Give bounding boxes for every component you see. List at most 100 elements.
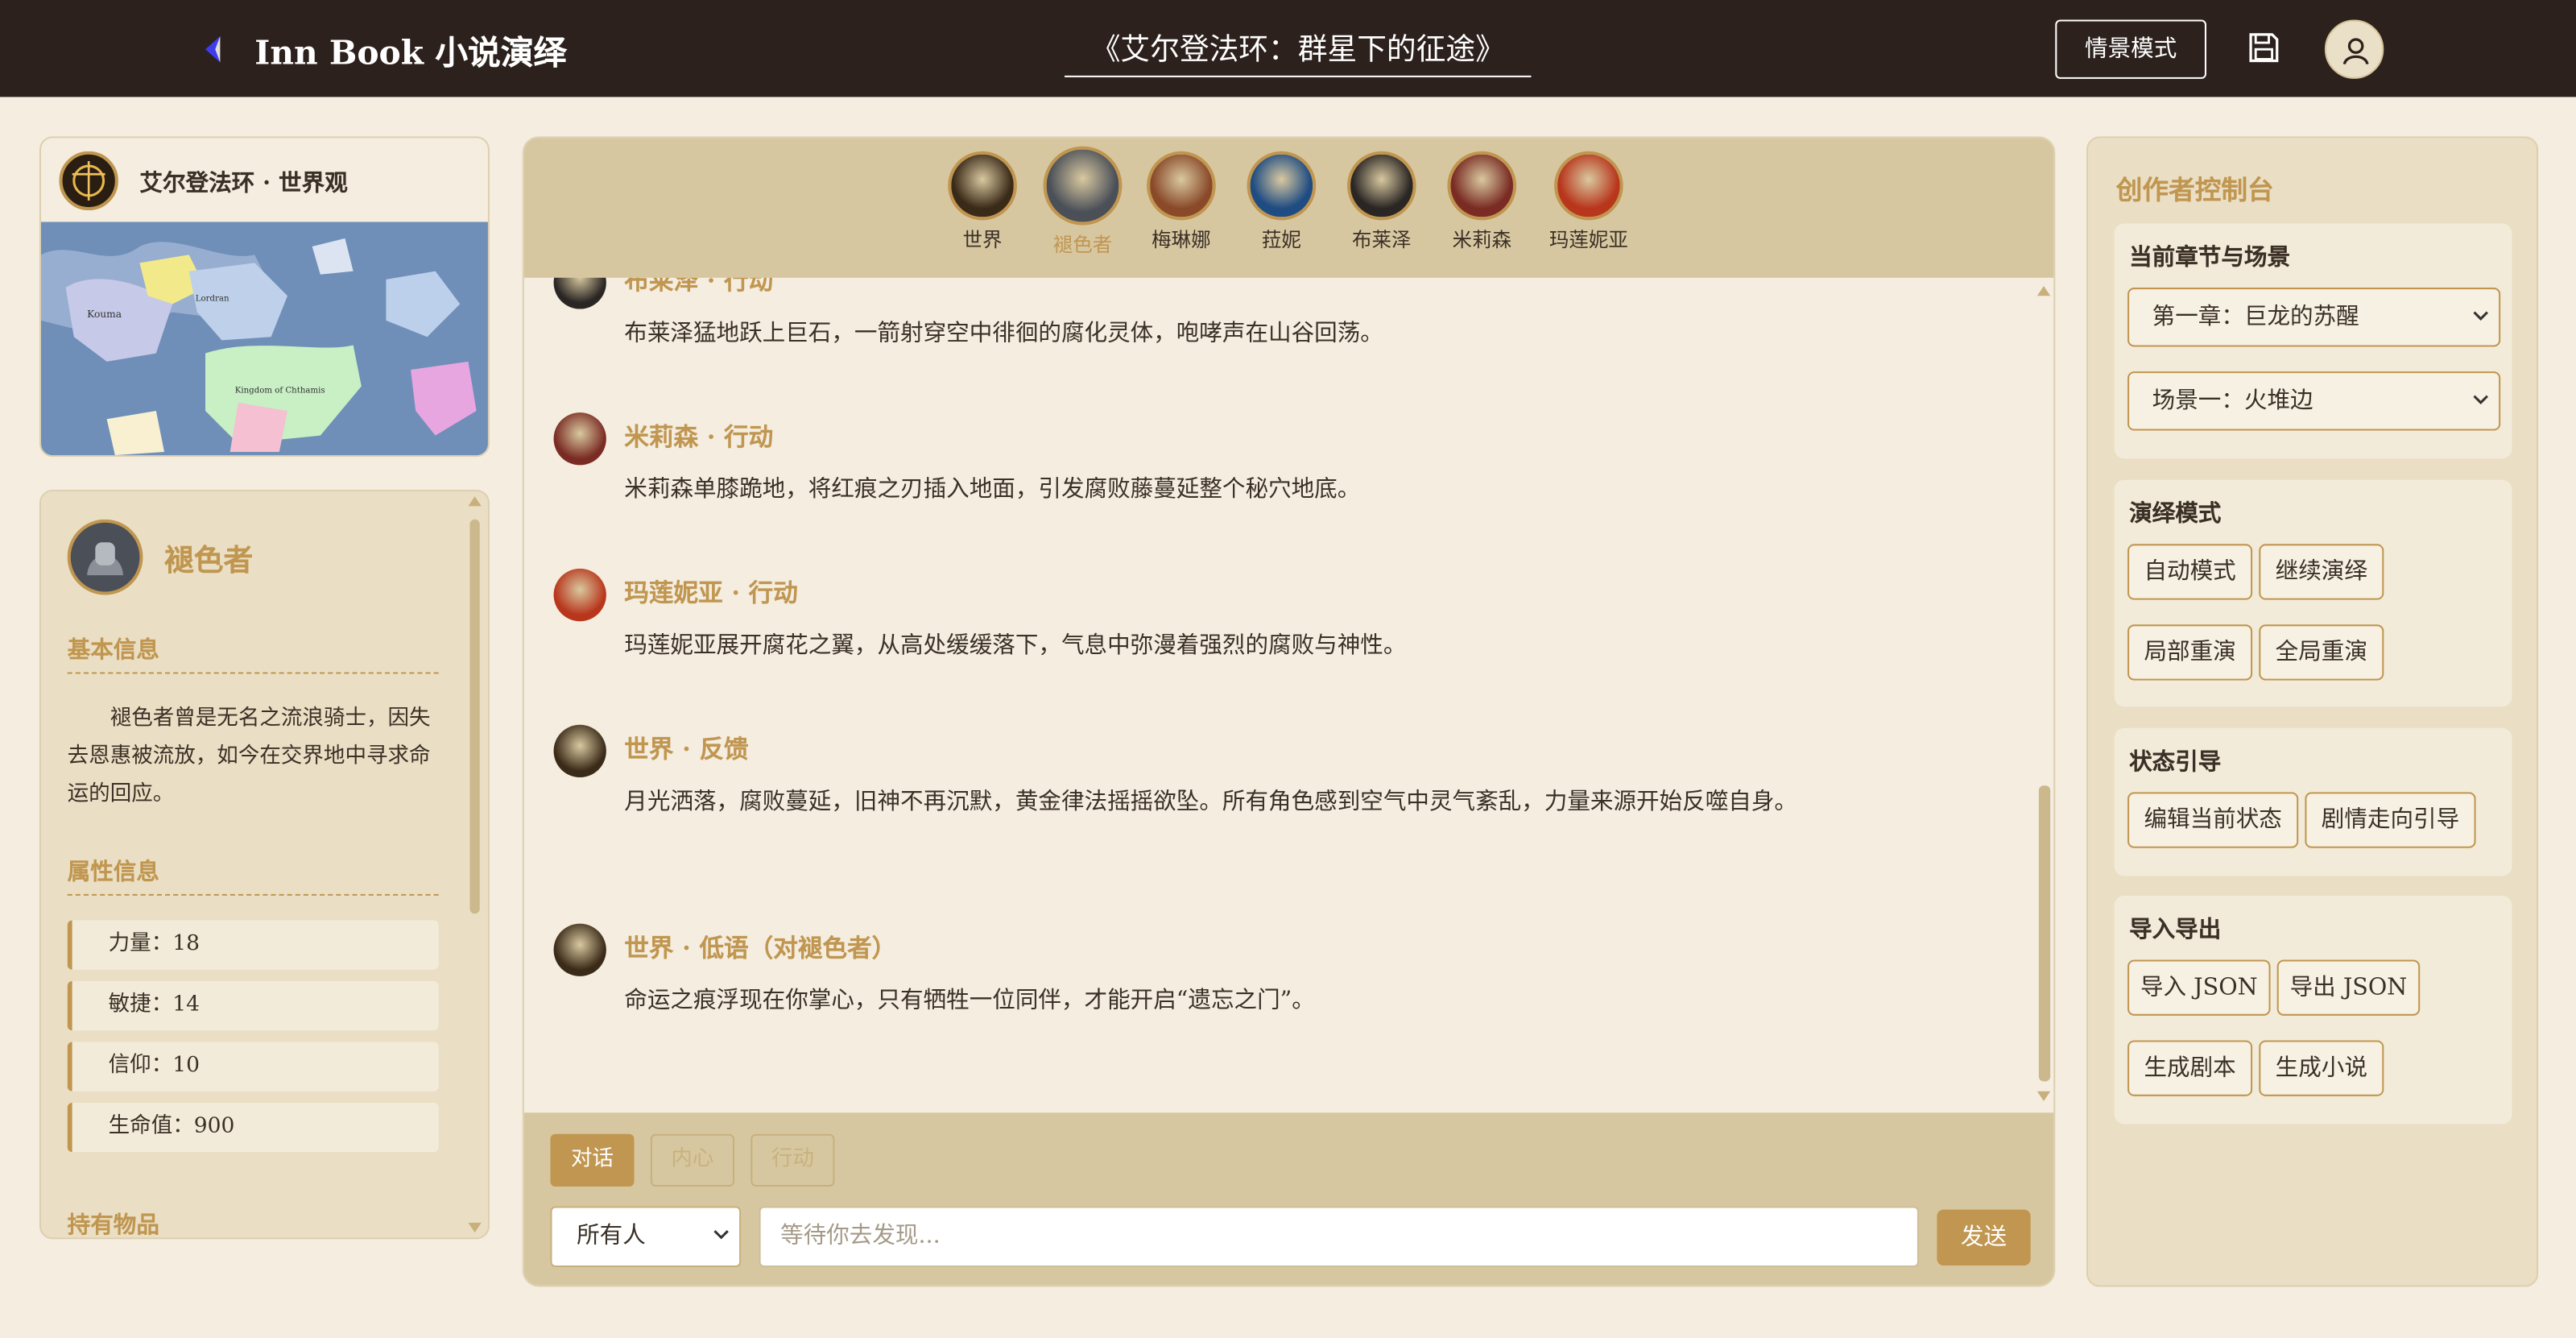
story-stage: 世界 褪色者 梅琳娜 菈妮 布莱泽 米莉森 玛莲妮亚 布莱泽 · 行动布莱泽猛地跃上巨石，一… (522, 136, 2056, 1287)
scene-select[interactable]: 场景一：火堆边 (2127, 371, 2501, 431)
items-heading: 持有物品 (67, 1212, 159, 1240)
character-panel-scrollbar[interactable] (466, 493, 482, 1236)
message-body: 命运之痕浮现在你掌心，只有牺牲一位同伴，才能开启“遗忘之门”。 (624, 988, 1315, 1014)
roster-item[interactable]: 菈妮 (1232, 151, 1330, 253)
chapter-box: 当前章节与场景 第一章：巨龙的苏醒 场景一：火堆边 (2114, 223, 2512, 459)
tab-inner[interactable]: 内心 (650, 1133, 734, 1187)
message-avatar (553, 923, 606, 976)
scene-select-value: 场景一：火堆边 (2152, 387, 2313, 415)
roster-label: 梅琳娜 (1152, 228, 1211, 252)
message-avatar (553, 568, 606, 622)
send-button[interactable]: 发送 (1937, 1209, 2031, 1266)
roster-item[interactable]: 梅琳娜 (1132, 151, 1230, 253)
basic-info-heading: 基本信息 (67, 632, 439, 674)
roster-item[interactable]: 世界 (933, 151, 1032, 253)
global-replay-button[interactable]: 全局重演 (2259, 624, 2384, 681)
io-box: 导入导出 导入 JSON 导出 JSON 生成剧本 生成小说 (2114, 895, 2512, 1125)
chevron-down-icon (2473, 395, 2488, 405)
roster-avatar (1247, 151, 1317, 221)
roster-label: 米莉森 (1452, 228, 1511, 252)
message-input[interactable]: 等待你去发现... (759, 1206, 1919, 1267)
top-bar: Inn Book 小说演绎 《艾尔登法环：群星下的征途》 情景模式 (0, 0, 2576, 97)
roster-avatar (1147, 151, 1216, 221)
character-panel: 褪色者 基本信息 褪色者曾是无名之流浪骑士，因失去恩惠被流放，如今在交界地中寻求… (39, 489, 490, 1240)
attribute-agility: 敏捷：14 (67, 980, 439, 1031)
message-log: 布莱泽 · 行动布莱泽猛地跃上巨石，一箭射穿空中徘徊的腐化灵体，咆哮声在山谷回荡… (524, 277, 2053, 1112)
scene-mode-button[interactable]: 情景模式 (2055, 19, 2206, 79)
message-body: 米莉森单膝跪地，将红痕之刃插入地面，引发腐败藤蔓延整个秘穴地底。 (624, 476, 1361, 503)
attribute-strength: 力量：18 (67, 920, 439, 970)
chevron-down-icon (713, 1230, 729, 1240)
chapter-select[interactable]: 第一章：巨龙的苏醒 (2127, 288, 2501, 347)
user-avatar-button[interactable] (2324, 19, 2384, 79)
user-icon (2342, 38, 2369, 65)
attribute-hp: 生命值：900 (67, 1102, 439, 1153)
world-map[interactable]: Kouma Lordran Kingdom of Chthamis (41, 222, 490, 457)
attribute-faith: 信仰：10 (67, 1042, 439, 1092)
roster-avatar (1447, 151, 1517, 221)
roster-avatar (948, 151, 1017, 221)
partial-replay-button[interactable]: 局部重演 (2127, 624, 2253, 681)
plot-guide-button[interactable]: 剧情走向引导 (2305, 792, 2476, 848)
roster-label: 菈妮 (1261, 228, 1301, 252)
app-brand: Inn Book 小说演绎 (254, 32, 567, 72)
console-title: 创作者控制台 (2115, 174, 2274, 206)
map-label-kouma: Kouma (87, 309, 122, 320)
target-select[interactable]: 所有人 (550, 1206, 742, 1267)
message-avatar (553, 412, 606, 466)
message-body: 月光洒落，腐败蔓延，旧神不再沉默，黄金律法摇摇欲坠。所有角色感到空气中灵气紊乱，… (624, 789, 1797, 815)
roster-avatar (1043, 146, 1123, 226)
character-roster: 世界 褪色者 梅琳娜 菈妮 布莱泽 米莉森 玛莲妮亚 (523, 138, 2054, 278)
message-header: 米莉森 · 行动 (624, 422, 774, 453)
message-header: 世界 · 反馈 (624, 734, 749, 764)
logo-icon (205, 35, 221, 63)
state-box: 状态引导 编辑当前状态 剧情走向引导 (2114, 727, 2512, 876)
roster-item[interactable]: 褪色者 (1033, 146, 1131, 259)
composer: 对话 内心 行动 所有人 等待你去发现... 发送 (523, 1112, 2054, 1286)
import-json-button[interactable]: 导入 JSON (2127, 959, 2271, 1016)
state-heading: 状态引导 (2129, 749, 2222, 776)
chapter-heading: 当前章节与场景 (2129, 244, 2291, 271)
roster-avatar (1554, 151, 1623, 221)
message-header: 布莱泽 · 行动 (624, 277, 774, 296)
generate-novel-button[interactable]: 生成小说 (2259, 1040, 2384, 1096)
target-select-value: 所有人 (577, 1222, 646, 1249)
character-bio: 褪色者曾是无名之流浪骑士，因失去恩惠被流放，如今在交界地中寻求命运的回应。 (67, 706, 431, 807)
save-icon[interactable] (2246, 30, 2282, 66)
roster-avatar (1346, 151, 1416, 221)
world-card[interactable]: 艾尔登法环 · 世界观 Kouma Lordran Kingdom of Cht… (39, 136, 490, 458)
message-header: 世界 · 低语（对褪色者） (624, 933, 897, 963)
map-label-kingdom: Kingdom of Chthamis (235, 387, 325, 396)
book-title[interactable]: 《艾尔登法环：群星下的征途》 (1065, 27, 1532, 77)
edit-state-button[interactable]: 编辑当前状态 (2127, 792, 2299, 848)
roster-label: 玛莲妮亚 (1548, 228, 1628, 252)
chevron-down-icon (2473, 311, 2488, 321)
message-avatar (553, 277, 606, 309)
creator-console: 创作者控制台 当前章节与场景 第一章：巨龙的苏醒 场景一：火堆边 演绎模式 自动… (2086, 136, 2539, 1287)
roster-item[interactable]: 米莉森 (1433, 151, 1531, 253)
message-avatar (553, 724, 606, 778)
roster-label: 布莱泽 (1352, 228, 1412, 252)
character-avatar (67, 519, 143, 595)
io-heading: 导入导出 (2129, 917, 2222, 944)
chapter-select-value: 第一章：巨龙的苏醒 (2152, 304, 2359, 331)
message-body: 布莱泽猛地跃上巨石，一箭射穿空中徘徊的腐化灵体，咆哮声在山谷回荡。 (624, 320, 1383, 347)
roster-item[interactable]: 玛莲妮亚 (1540, 151, 1638, 253)
auto-mode-button[interactable]: 自动模式 (2127, 544, 2253, 600)
mode-box: 演绎模式 自动模式 继续演绎 局部重演 全局重演 (2114, 479, 2512, 707)
roster-label: 世界 (962, 228, 1003, 252)
roster-label: 褪色者 (1052, 233, 1113, 257)
tab-dialogue[interactable]: 对话 (550, 1133, 635, 1187)
mode-heading: 演绎模式 (2129, 501, 2222, 528)
roster-item[interactable]: 布莱泽 (1333, 151, 1431, 253)
export-json-button[interactable]: 导出 JSON (2276, 959, 2421, 1016)
character-name: 褪色者 (164, 544, 254, 579)
message-body: 玛莲妮亚展开腐花之翼，从高处缓缓落下，气息中弥漫着强烈的腐败与神性。 (624, 632, 1407, 660)
generate-script-button[interactable]: 生成剧本 (2127, 1040, 2253, 1096)
world-emblem-icon (59, 151, 118, 211)
tab-action[interactable]: 行动 (750, 1133, 835, 1187)
message-header: 玛莲妮亚 · 行动 (624, 578, 798, 608)
message-log-scrollbar[interactable] (2036, 283, 2052, 1104)
map-label-lordran: Lordran (196, 294, 229, 303)
continue-button[interactable]: 继续演绎 (2259, 544, 2384, 600)
